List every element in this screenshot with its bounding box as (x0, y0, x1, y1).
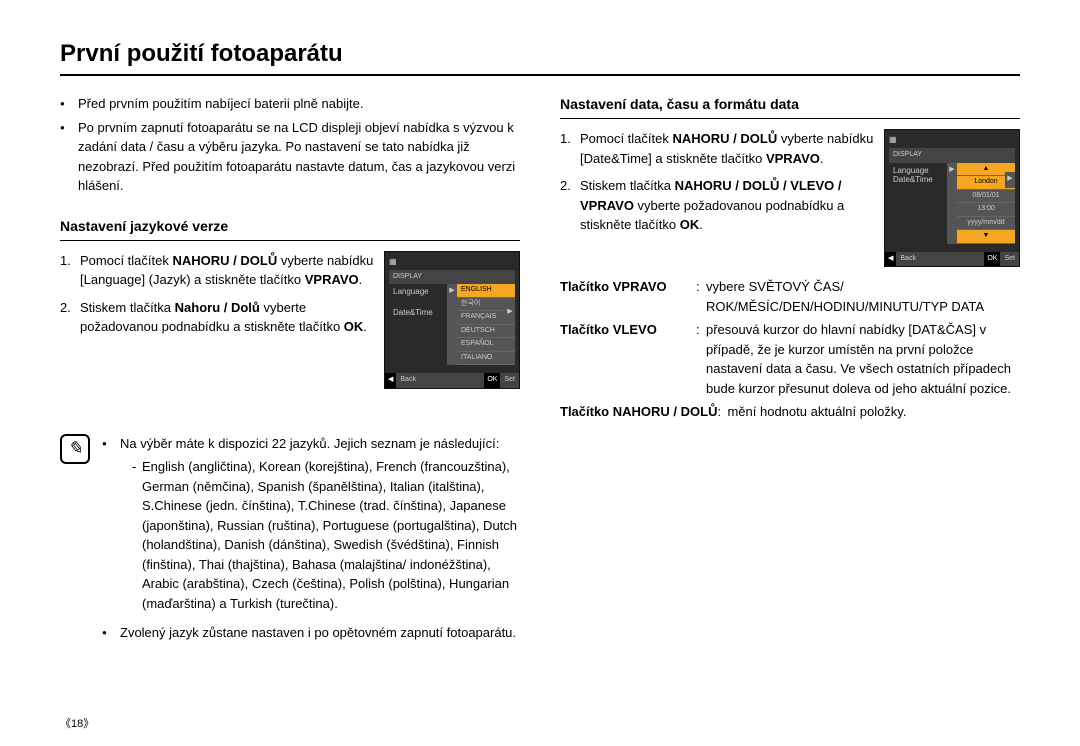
lcd-header: DISPLAY (389, 270, 515, 285)
ok-key: OK (484, 373, 500, 388)
button-left-label: Tlačítko VLEVO (560, 320, 696, 398)
step-1: 1. Pomocí tlačítek NAHORU / DOLŮ vyberte… (560, 129, 874, 168)
intro-list: Před prvním použitím nabíjecí baterii pl… (60, 94, 520, 196)
note-box: ✎ Na výběr máte k dispozici 22 jazyků. J… (60, 434, 520, 653)
right-column: Nastavení data, času a formátu data 1. P… (560, 94, 1020, 653)
language-steps: 1. Pomocí tlačítek NAHORU / DOLŮ vyberte… (60, 251, 374, 345)
lcd-footer: ◀ Back OK Set (385, 373, 519, 388)
note-bullet: Zvolený jazyk zůstane nastaven i po opět… (102, 623, 520, 643)
back-key-icon: ◀ (385, 373, 396, 388)
lcd-header: DISPLAY (889, 148, 1015, 163)
note-icon: ✎ (60, 434, 90, 464)
page-title: První použití fotoaparátu (60, 40, 1020, 76)
chevron-down-icon: ▼ (957, 230, 1015, 244)
display-icon: ▦ (889, 135, 897, 144)
lcd-option: ITALIANO (457, 352, 515, 366)
back-label: Back (896, 252, 920, 267)
datetime-steps: 1. Pomocí tlačítek NAHORU / DOLŮ vyberte… (560, 129, 874, 243)
note-bullet: Na výběr máte k dispozici 22 jazyků. Jej… (102, 434, 520, 614)
step-1: 1. Pomocí tlačítek NAHORU / DOLŮ vyberte… (60, 251, 374, 290)
ok-key: OK (984, 252, 1000, 267)
step-2: 2. Stiskem tlačítka Nahoru / Dolů vybert… (60, 298, 374, 337)
lcd-menu-datetime: Date&Time (889, 172, 1005, 188)
chevron-right-icon: ▶ (505, 305, 515, 321)
button-descriptions: Tlačítko VPRAVO : vybere SVĚTOVÝ ČAS/ RO… (560, 277, 1020, 422)
back-key-icon: ◀ (885, 252, 896, 267)
step-2: 2. Stiskem tlačítka NAHORU / DOLŮ / VLEV… (560, 176, 874, 235)
intro-bullet: Před prvním použitím nabíjecí baterii pl… (60, 94, 520, 114)
lcd-option: ESPAÑOL (457, 338, 515, 352)
button-updown-desc: mění hodnotu aktuální položky. (727, 402, 1020, 422)
lcd-option: 08/01/01 (957, 190, 1015, 204)
lcd-menu-language: Language (389, 284, 447, 365)
set-label: Set (1000, 252, 1019, 267)
button-right-desc: vybere SVĚTOVÝ ČAS/ ROK/MĚSÍC/DEN/HODINU… (706, 277, 1020, 316)
section-heading-datetime: Nastavení data, času a formátu data (560, 94, 1020, 119)
page-number: 《18》 (60, 715, 94, 731)
button-left-desc: přesouvá kurzor do hlavní nabídky [DAT&Č… (706, 320, 1020, 398)
chevron-right-icon: ▶ (447, 284, 457, 365)
languages-list: English (angličtina), Korean (korejština… (132, 457, 520, 613)
left-column: Před prvním použitím nabíjecí baterii pl… (60, 94, 520, 653)
section-heading-language: Nastavení jazykové verze (60, 216, 520, 241)
chevron-right-icon: ▶ (1005, 172, 1015, 188)
lcd-options: ENGLISH 한국어 FRANÇAIS DEUTSCH ESPAÑOL ITA… (457, 284, 515, 365)
lcd-option: DEUTSCH (457, 325, 515, 339)
lcd-option: 13:00 (957, 203, 1015, 217)
lcd-option: ENGLISH (457, 284, 515, 298)
lcd-option: yyyy/mm/dd (957, 217, 1015, 231)
lcd-footer: ◀ Back OK Set (885, 252, 1019, 267)
lcd-screenshot-language: ▦ DISPLAY Language ▶ ENGLISH 한국어 FRANÇAI… (384, 251, 520, 389)
lcd-menu-datetime: Date&Time (389, 305, 505, 321)
button-updown-label: Tlačítko NAHORU / DOLŮ (560, 402, 717, 422)
set-label: Set (500, 373, 519, 388)
display-icon: ▦ (389, 257, 397, 266)
lcd-screenshot-datetime: ▦ DISPLAY Language ▶ ▲ London 08/01/01 1… (884, 129, 1020, 267)
intro-bullet: Po prvním zapnutí fotoaparátu se na LCD … (60, 118, 520, 196)
button-right-label: Tlačítko VPRAVO (560, 277, 696, 316)
back-label: Back (396, 373, 420, 388)
